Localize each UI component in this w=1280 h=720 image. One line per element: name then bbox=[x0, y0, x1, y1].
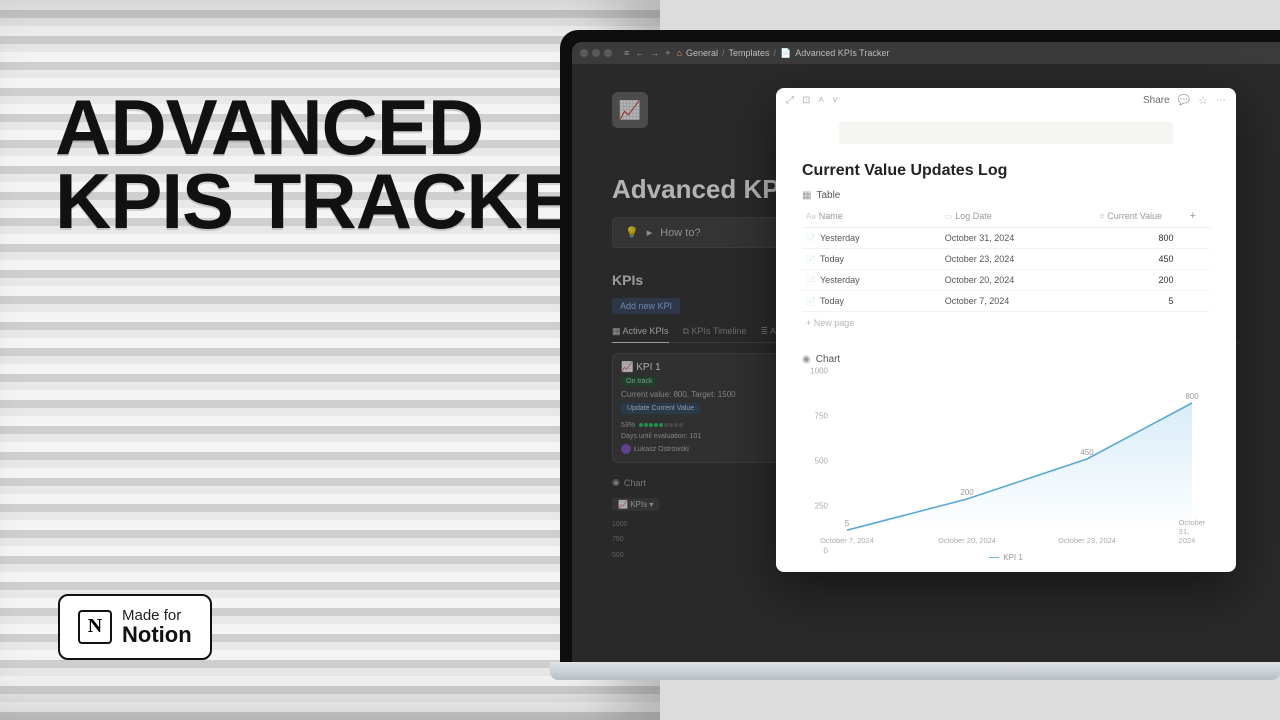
ytick: 0 bbox=[802, 547, 828, 556]
table-row[interactable]: 📄YesterdayOctober 20, 2024200 bbox=[802, 270, 1210, 291]
col-date[interactable]: Log Date bbox=[955, 211, 992, 221]
xtick: October 7, 2024 bbox=[820, 536, 874, 545]
nav-back-icon[interactable]: ← bbox=[635, 48, 644, 58]
traffic-lights bbox=[580, 49, 612, 57]
ytick: 250 bbox=[802, 502, 828, 511]
line-chart: 1000 750 500 250 0 5 bbox=[802, 371, 1210, 551]
window-topbar: ≡ ← → + ⌂ General / Templates / 📄 Advanc… bbox=[572, 42, 1280, 64]
ytick: 750 bbox=[802, 412, 828, 421]
promo-title-line2: KPIS TRACKER bbox=[55, 157, 628, 245]
date-prop-icon: ▭ bbox=[945, 212, 953, 221]
nav-forward-icon[interactable]: → bbox=[650, 48, 659, 58]
next-icon[interactable]: ˅ bbox=[832, 95, 838, 106]
owner-name: Łukasz Ostrowski bbox=[634, 446, 689, 453]
open-as-page-icon[interactable]: ⊡ bbox=[802, 95, 810, 106]
promo-title: ADVANCED KPIS TRACKER bbox=[55, 90, 628, 238]
xtick: October 31, 2024 bbox=[1179, 518, 1206, 545]
crumb-general[interactable]: General bbox=[686, 48, 718, 58]
point-label: 800 bbox=[1185, 392, 1198, 401]
badge-top: Made for bbox=[122, 608, 192, 623]
page-icon: 📄 bbox=[780, 48, 791, 59]
update-value-button[interactable]: Update Current Value bbox=[621, 403, 700, 414]
kpi-card-1[interactable]: 📈 KPI 1 On track Current value: 800, Tar… bbox=[612, 353, 782, 463]
howto-label: How to? bbox=[660, 227, 700, 239]
crumb-templates[interactable]: Templates bbox=[729, 48, 770, 58]
lightbulb-icon: 💡 bbox=[625, 226, 639, 239]
more-icon[interactable]: ⋯ bbox=[1216, 95, 1226, 106]
chart-icon: 📈 bbox=[621, 362, 633, 373]
comment-icon[interactable]: 💬 bbox=[1178, 95, 1190, 106]
notion-logo-icon: N bbox=[78, 610, 112, 644]
new-page-button[interactable]: + New page bbox=[802, 312, 1210, 334]
view-tab-chart[interactable]: ◉ Chart bbox=[802, 354, 1210, 365]
kpi-current-line: Current value: 800, Target: 1500 bbox=[621, 390, 773, 399]
page-icon: 📄 bbox=[806, 234, 816, 243]
page-emoji-icon[interactable]: 📈 bbox=[612, 92, 648, 128]
made-for-notion-badge: N Made for Notion bbox=[58, 594, 212, 660]
table-header-row: AaName ▭Log Date #Current Value + bbox=[802, 205, 1210, 228]
view-tab-table[interactable]: ▦ Table bbox=[802, 190, 1210, 201]
laptop-base bbox=[550, 662, 1280, 680]
add-kpi-button[interactable]: Add new KPI bbox=[612, 298, 680, 314]
page-cover-placeholder bbox=[839, 122, 1174, 144]
share-button[interactable]: Share bbox=[1143, 95, 1170, 106]
table-row[interactable]: 📄TodayOctober 23, 2024450 bbox=[802, 249, 1210, 270]
table-row[interactable]: 📄YesterdayOctober 31, 2024800 bbox=[802, 228, 1210, 249]
ytick: 500 bbox=[802, 457, 828, 466]
col-value[interactable]: Current Value bbox=[1107, 211, 1162, 221]
updates-log-table: AaName ▭Log Date #Current Value + 📄Yeste… bbox=[802, 205, 1210, 312]
point-label: 5 bbox=[845, 519, 849, 528]
xtick: October 20, 2024 bbox=[938, 536, 996, 545]
sidebar-toggle-icon[interactable]: ≡ bbox=[624, 48, 629, 58]
favorite-icon[interactable]: ☆ bbox=[1198, 94, 1208, 107]
title-prop-icon: Aa bbox=[806, 212, 816, 221]
chart-svg bbox=[832, 371, 1212, 531]
col-name[interactable]: Name bbox=[819, 211, 843, 221]
chart-section: ◉ Chart 1000 750 500 250 0 bbox=[802, 354, 1210, 562]
badge-bottom: Notion bbox=[122, 623, 192, 646]
tab-kpis-timeline[interactable]: ⧉ KPIs Timeline bbox=[683, 326, 747, 337]
expand-icon[interactable]: ⤢ bbox=[786, 95, 794, 106]
point-label: 200 bbox=[960, 488, 973, 497]
ytick: 1000 bbox=[802, 367, 828, 376]
add-column-button[interactable]: + bbox=[1186, 205, 1211, 228]
chart-legend: KPI 1 bbox=[802, 553, 1210, 562]
prev-icon[interactable]: ˄ bbox=[818, 95, 824, 106]
new-tab-icon[interactable]: + bbox=[665, 48, 670, 58]
page-icon: 📄 bbox=[806, 297, 816, 306]
progress-row: 53% bbox=[621, 422, 773, 429]
chart-filter-pill[interactable]: 📈 KPIs ▾ bbox=[612, 498, 659, 511]
status-badge: On track bbox=[621, 377, 657, 386]
tab-active-kpis[interactable]: ▦ Active KPIs bbox=[612, 326, 669, 343]
panel-toolbar: ⤢ ⊡ ˄ ˅ Share 💬 ☆ ⋯ bbox=[776, 88, 1236, 112]
point-label: 450 bbox=[1080, 448, 1093, 457]
panel-title: Current Value Updates Log bbox=[802, 162, 1210, 180]
breadcrumb: ⌂ General / Templates / 📄 Advanced KPIs … bbox=[677, 48, 890, 59]
chart-view-icon: ◉ bbox=[802, 354, 811, 365]
home-icon[interactable]: ⌂ bbox=[677, 48, 682, 58]
xtick: October 23, 2024 bbox=[1058, 536, 1116, 545]
table-row[interactable]: 📄TodayOctober 7, 20245 bbox=[802, 291, 1210, 312]
days-until: Days until evaluation: 101 bbox=[621, 433, 773, 440]
chart-icon: ◉ bbox=[612, 477, 620, 488]
page-icon: 📄 bbox=[806, 255, 816, 264]
table-icon: ▦ bbox=[802, 190, 811, 201]
avatar bbox=[621, 444, 631, 454]
number-prop-icon: # bbox=[1100, 212, 1104, 221]
page-icon: 📄 bbox=[806, 276, 816, 285]
crumb-page[interactable]: Advanced KPIs Tracker bbox=[795, 48, 889, 58]
side-peek-panel: ⤢ ⊡ ˄ ˅ Share 💬 ☆ ⋯ Current Value Update… bbox=[776, 88, 1236, 572]
